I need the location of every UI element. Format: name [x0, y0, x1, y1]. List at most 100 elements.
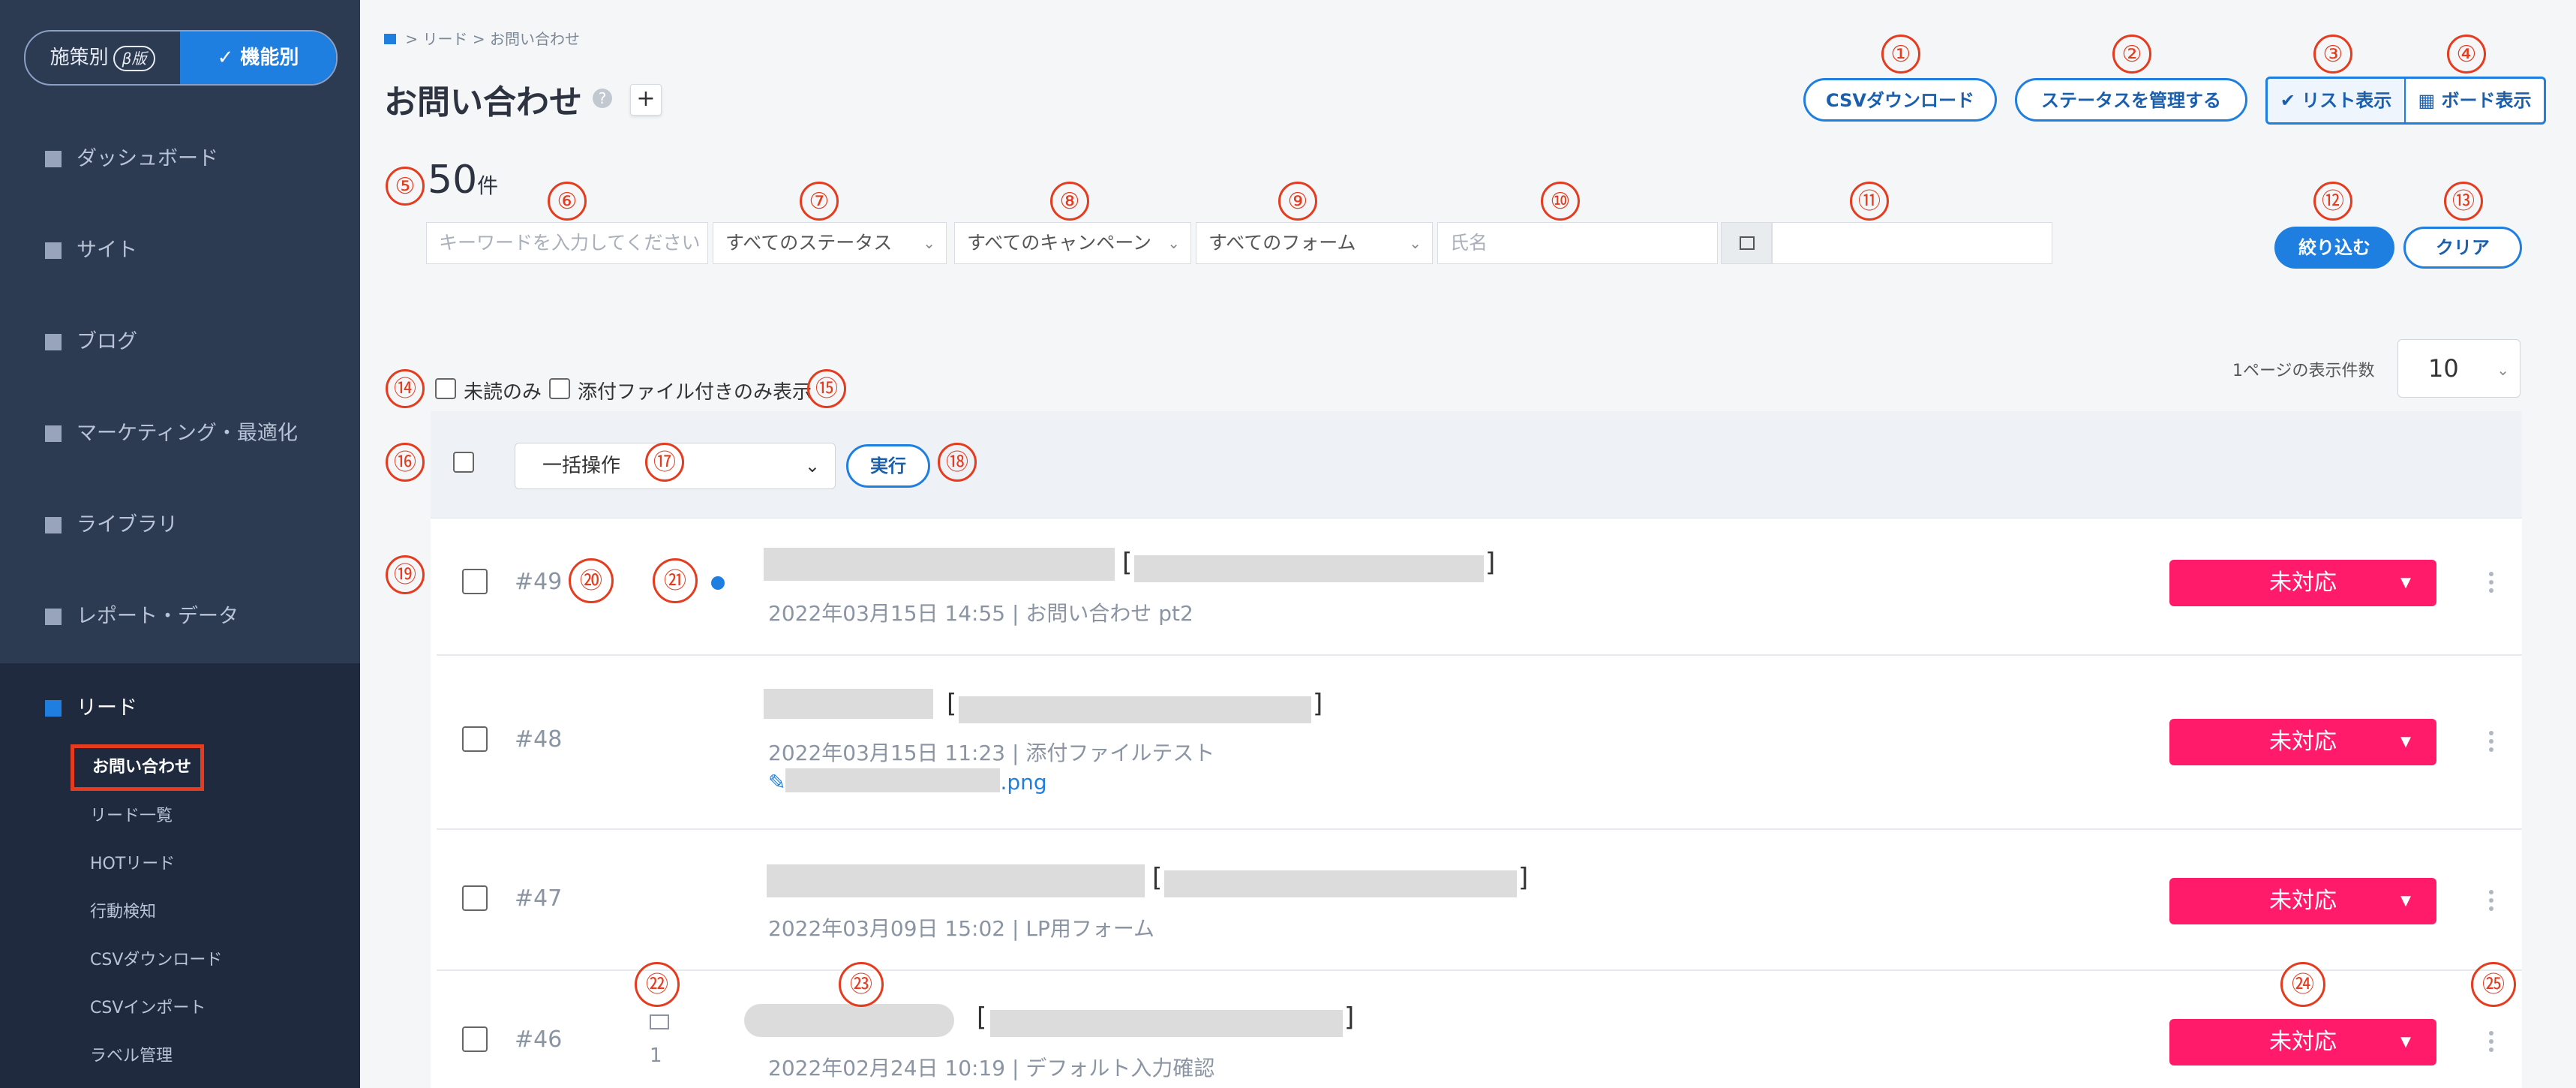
caret-down-icon: ▼ [2400, 734, 2411, 750]
calendar-icon[interactable] [1721, 222, 1772, 264]
bracket-open: [ [1152, 863, 1163, 893]
attachment-only-checkbox[interactable] [549, 378, 570, 399]
breadcrumb-separator: > [405, 30, 419, 48]
sidebar-item-lead[interactable]: リード [45, 686, 137, 731]
bracket-open: [ [1122, 548, 1133, 578]
more-menu-icon[interactable] [2489, 731, 2493, 756]
caret-down-icon: ▼ [2400, 1034, 2411, 1050]
board-view-button[interactable]: ▦ ボード表示 [2405, 77, 2546, 125]
more-menu-icon[interactable] [2489, 572, 2493, 597]
result-count-unit: 件 [477, 173, 499, 198]
annotation-marker: ⑦ [800, 182, 839, 221]
form-filter-select[interactable]: すべてのフォーム ⌄ [1196, 222, 1433, 264]
pencil-icon [45, 334, 62, 350]
help-icon[interactable]: ? [593, 89, 612, 108]
board-view-label: ボード表示 [2441, 90, 2532, 111]
annotation-marker: ㉕ [2471, 962, 2516, 1007]
caret-down-icon: ▼ [2400, 893, 2411, 909]
more-menu-icon[interactable] [2489, 890, 2493, 915]
list-view-button[interactable]: ✔ リスト表示 [2265, 77, 2406, 125]
name-input[interactable]: 氏名 [1437, 222, 1718, 264]
annotation-marker: ⑯ [386, 443, 425, 482]
annotation-marker: ⑫ [2313, 182, 2352, 221]
chevron-down-icon: ⌄ [1409, 234, 1422, 252]
status-filter-select[interactable]: すべてのステータス ⌄ [713, 222, 947, 264]
sidebar-item-library[interactable]: ライブラリ [45, 503, 178, 548]
unread-indicator [711, 576, 725, 590]
chevron-down-icon: ⌄ [923, 234, 935, 252]
row-checkbox[interactable] [462, 1026, 488, 1052]
sidebar-item-blog[interactable]: ブログ [45, 320, 137, 365]
sidebar-sub-behavior[interactable]: 行動検知 [90, 897, 156, 927]
per-page-select[interactable]: 10 ⌄ [2397, 339, 2520, 398]
status-dropdown[interactable]: 未対応 ▼ [2169, 560, 2436, 606]
manage-status-button[interactable]: ステータスを管理する [2015, 78, 2247, 122]
annotation-marker: ⑭ [386, 369, 425, 408]
bulk-action-value: 一括操作 [542, 455, 621, 477]
sidebar-item-label: ブログ [77, 330, 137, 353]
more-menu-icon[interactable] [2489, 1031, 2493, 1056]
redacted-email [1134, 555, 1484, 582]
row-checkbox[interactable] [462, 885, 488, 911]
clear-filter-button[interactable]: クリア [2403, 227, 2522, 269]
sidebar-item-label: レポート・データ [77, 605, 239, 628]
csv-download-button[interactable]: CSVダウンロード [1803, 78, 1997, 122]
sidebar-sub-hot-lead[interactable]: HOTリード [90, 849, 175, 879]
redacted-name [744, 1004, 954, 1037]
redacted-filename [785, 768, 1001, 792]
grid-icon: ▦ [2418, 90, 2442, 111]
sidebar-sub-lead-list[interactable]: リード一覧 [90, 801, 173, 831]
annotation-marker: ④ [2447, 35, 2486, 74]
sidebar-item-site[interactable]: サイト [45, 228, 137, 273]
status-dropdown[interactable]: 未対応 ▼ [2169, 1019, 2436, 1065]
add-button[interactable]: + [630, 84, 662, 116]
calendar-glyph [1740, 236, 1755, 250]
bracket-open: [ [947, 689, 957, 719]
annotation-marker: ㉔ [2280, 962, 2325, 1007]
sidebar-sub-csv-import[interactable]: CSVインポート [90, 993, 206, 1023]
attachment-link[interactable]: ✎ .png [768, 768, 1047, 795]
redacted-email [990, 1010, 1343, 1037]
redacted-email [959, 696, 1311, 723]
annotation-marker: ⑲ [386, 555, 425, 594]
sidebar-item-dashboard[interactable]: ダッシュボード [45, 137, 218, 182]
sidebar-sub-csv-download[interactable]: CSVダウンロード [90, 945, 222, 975]
row-id: #48 [515, 726, 563, 753]
toggle-by-function[interactable]: ✓ 機能別 [180, 32, 336, 84]
mail-icon [45, 700, 62, 717]
status-dropdown[interactable]: 未対応 ▼ [2169, 878, 2436, 924]
mail-count: 1 [650, 1044, 662, 1067]
toggle-by-measure[interactable]: 施策別 β版 [26, 32, 180, 84]
apply-filter-button[interactable]: 絞り込む [2274, 227, 2394, 269]
status-dropdown[interactable]: 未対応 ▼ [2169, 719, 2436, 765]
sidebar-item-reports[interactable]: レポート・データ [45, 594, 239, 639]
keyword-input[interactable]: キーワードを入力してください [426, 222, 708, 264]
attachment-only-label: 添付ファイル付きのみ表示 [578, 381, 812, 404]
status-label: 未対応 [2269, 1029, 2337, 1055]
form-filter-value: すべてのフォーム [1208, 232, 1356, 254]
row-id: #47 [515, 885, 563, 912]
bulk-run-button[interactable]: 実行 [846, 444, 930, 488]
beta-badge: β版 [113, 46, 156, 71]
breadcrumb-separator: > [472, 30, 485, 48]
home-icon[interactable] [384, 34, 396, 44]
annotation-marker: ㉒ [635, 962, 680, 1007]
status-label: 未対応 [2269, 729, 2337, 755]
breadcrumb-lead[interactable]: リード [422, 30, 467, 48]
annotation-marker: ② [2112, 35, 2151, 74]
sidebar-item-marketing[interactable]: マーケティング・最適化 [45, 411, 298, 456]
annotation-marker: ⑨ [1278, 182, 1317, 221]
annotation-marker: ⑳ [569, 558, 614, 603]
campaign-filter-select[interactable]: すべてのキャンペーン ⌄ [954, 222, 1191, 264]
row-checkbox[interactable] [462, 726, 488, 752]
annotation-marker: ③ [2313, 35, 2352, 74]
sidebar-sub-label-manage[interactable]: ラベル管理 [90, 1041, 173, 1071]
unread-only-checkbox[interactable] [435, 378, 456, 399]
row-id: #46 [515, 1026, 563, 1053]
row-meta: 2022年02月24日 10:19 | デフォルト入力確認 [768, 1056, 1215, 1080]
sidebar-sub-contact[interactable]: お問い合わせ [71, 744, 204, 791]
bracket-close: ] [1313, 689, 1323, 719]
select-all-checkbox[interactable] [453, 452, 474, 473]
row-checkbox[interactable] [462, 569, 488, 594]
date-range-input[interactable] [1772, 222, 2052, 264]
